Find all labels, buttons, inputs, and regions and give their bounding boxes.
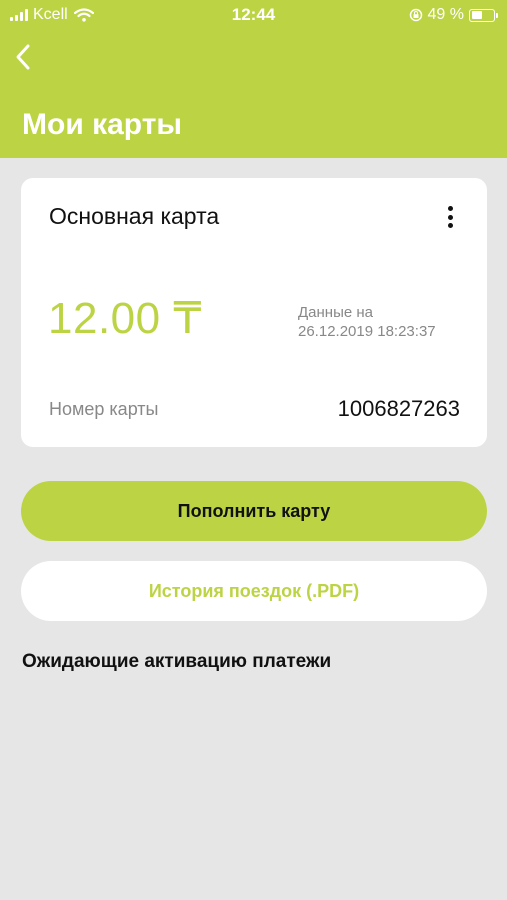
back-button[interactable] bbox=[6, 40, 40, 74]
more-vertical-icon[interactable] bbox=[443, 204, 457, 230]
chevron-left-icon bbox=[16, 44, 30, 70]
updated-label: Данные на bbox=[298, 304, 373, 321]
topup-button[interactable]: Пополнить карту bbox=[21, 481, 487, 541]
app-header: Kcell 12:44 49 % Мои карты bbox=[0, 0, 507, 158]
battery-fill bbox=[471, 11, 482, 19]
status-right: 49 % bbox=[409, 6, 498, 24]
page-title: Мои карты bbox=[22, 108, 183, 141]
card-number-label: Номер карты bbox=[49, 399, 159, 419]
card-panel[interactable]: Основная карта 12.00 ₸ Данные на 26.12.2… bbox=[21, 178, 487, 447]
card-title: Основная карта bbox=[49, 203, 220, 229]
card-number: 1006827263 bbox=[337, 396, 460, 421]
updated-at: 26.12.2019 18:23:37 bbox=[298, 323, 436, 340]
pending-payments-heading: Ожидающие активацию платежи bbox=[22, 651, 332, 672]
balance-updated: Данные на 26.12.2019 18:23:37 bbox=[298, 303, 436, 341]
rotation-lock-icon bbox=[409, 8, 422, 22]
status-bar: Kcell 12:44 49 % bbox=[0, 0, 507, 30]
card-balance: 12.00 ₸ bbox=[48, 294, 202, 343]
trip-history-button[interactable]: История поездок (.PDF) bbox=[21, 561, 487, 621]
battery-icon bbox=[469, 8, 498, 22]
battery-percent: 49 % bbox=[427, 6, 464, 23]
